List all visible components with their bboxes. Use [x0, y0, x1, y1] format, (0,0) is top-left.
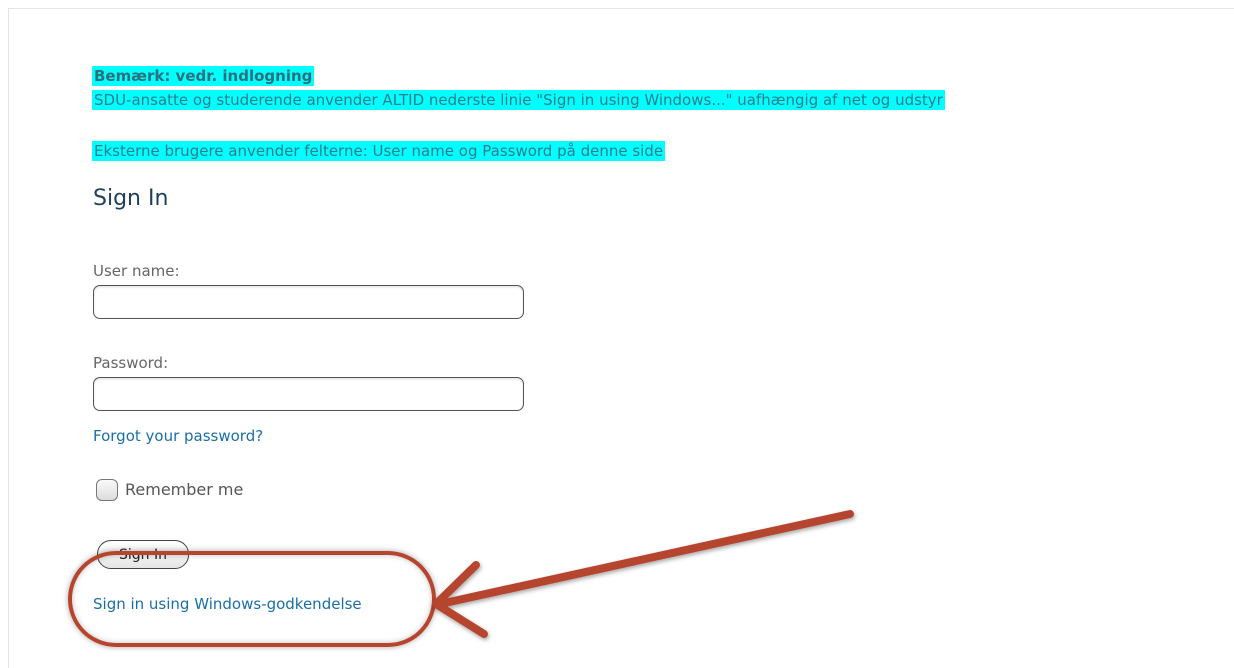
sign-in-button[interactable]: Sign In	[97, 540, 189, 569]
username-field[interactable]	[93, 285, 524, 319]
notice-line-eksterne: Eksterne brugere anvender felterne: User…	[92, 141, 666, 161]
password-field[interactable]	[93, 377, 524, 411]
windows-signin-link[interactable]: Sign in using Windows-godkendelse	[93, 595, 362, 613]
remember-me-label: Remember me	[125, 480, 244, 499]
remember-me-checkbox[interactable]	[96, 479, 118, 501]
password-label: Password:	[93, 354, 169, 372]
forgot-password-link[interactable]: Forgot your password?	[93, 427, 263, 445]
notice-line-ansatte: SDU-ansatte og studerende anvender ALTID…	[92, 90, 945, 110]
page-title: Sign In	[93, 186, 169, 211]
notice-title: Bemærk: vedr. indlogning	[92, 66, 315, 86]
username-label: User name:	[93, 262, 180, 280]
